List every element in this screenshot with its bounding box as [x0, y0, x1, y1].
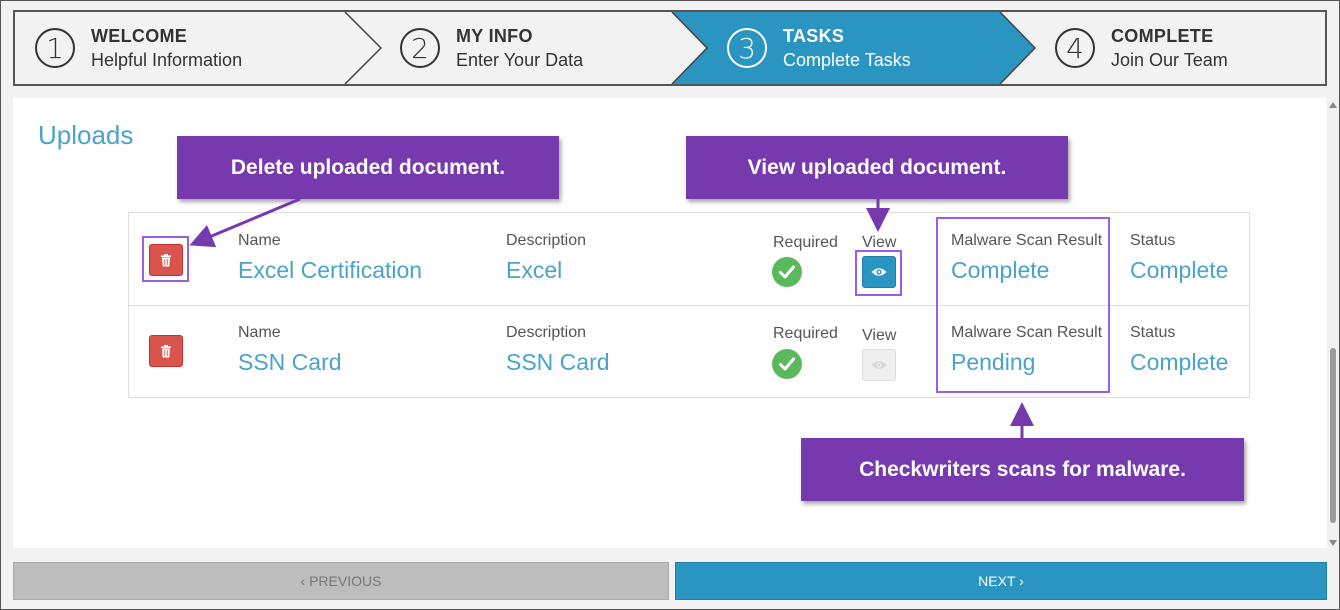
wizard-step-welcome[interactable]: 1 WELCOME Helpful Information	[35, 12, 242, 84]
required-check-icon	[772, 349, 802, 379]
wizard-step-my-info[interactable]: 2 MY INFO Enter Your Data	[400, 12, 583, 84]
view-highlight-box	[855, 250, 902, 296]
document-name: SSN Card	[238, 349, 342, 375]
status-label: Status	[1130, 232, 1176, 249]
status-value: Complete	[1130, 349, 1229, 375]
description-label: Description	[506, 324, 587, 341]
view-label: View	[862, 327, 897, 344]
step-subtitle: Helpful Information	[91, 50, 243, 70]
footer: ‹ PREVIOUS NEXT ›	[0, 550, 1340, 610]
required-label: Required	[773, 234, 838, 251]
name-label: Name	[238, 232, 281, 249]
step-number: 1	[35, 28, 75, 68]
step-title: COMPLETE	[1111, 26, 1214, 46]
step-separator-1	[344, 12, 383, 84]
wizard-step-tasks[interactable]: 3 TASKS Complete Tasks	[727, 12, 911, 84]
step-subtitle: Join Our Team	[1111, 50, 1228, 70]
required-check-icon	[772, 257, 802, 287]
scroll-up-arrow-icon[interactable]	[1329, 102, 1337, 108]
previous-button[interactable]: ‹ PREVIOUS	[13, 562, 669, 600]
next-button[interactable]: NEXT ›	[675, 562, 1327, 600]
step-number: 2	[400, 28, 440, 68]
eye-icon	[871, 361, 887, 369]
step-number: 4	[1055, 28, 1095, 68]
required-label: Required	[773, 325, 838, 342]
step-title: MY INFO	[456, 26, 533, 46]
trash-icon	[161, 344, 171, 357]
uploads-heading: Uploads	[38, 120, 134, 150]
malware-highlight-box	[936, 217, 1110, 393]
delete-callout: Delete uploaded document.	[177, 136, 559, 199]
step-title: WELCOME	[91, 26, 188, 46]
delete-highlight-box	[142, 236, 189, 282]
document-description: SSN Card	[506, 349, 610, 375]
step-number: 3	[727, 28, 767, 68]
scroll-down-arrow-icon[interactable]	[1329, 540, 1337, 546]
document-description: Excel	[506, 257, 563, 283]
name-label: Name	[238, 324, 281, 341]
wizard-step-complete[interactable]: 4 COMPLETE Join Our Team	[1055, 12, 1228, 84]
wizard-stepper: 1 WELCOME Helpful Information 2 MY INFO …	[13, 10, 1327, 86]
step-title: TASKS	[783, 26, 845, 46]
step-subtitle: Complete Tasks	[783, 50, 911, 70]
status-label: Status	[1130, 324, 1176, 341]
delete-button[interactable]	[149, 335, 183, 367]
view-button-disabled	[862, 349, 896, 381]
description-label: Description	[506, 232, 587, 249]
view-callout: View uploaded document.	[686, 136, 1068, 199]
scroll-thumb[interactable]	[1330, 348, 1336, 523]
malware-callout: Checkwriters scans for malware.	[801, 438, 1244, 501]
vertical-scrollbar[interactable]	[1327, 98, 1339, 550]
status-value: Complete	[1130, 257, 1229, 283]
step-subtitle: Enter Your Data	[456, 50, 584, 70]
document-name: Excel Certification	[238, 257, 423, 283]
